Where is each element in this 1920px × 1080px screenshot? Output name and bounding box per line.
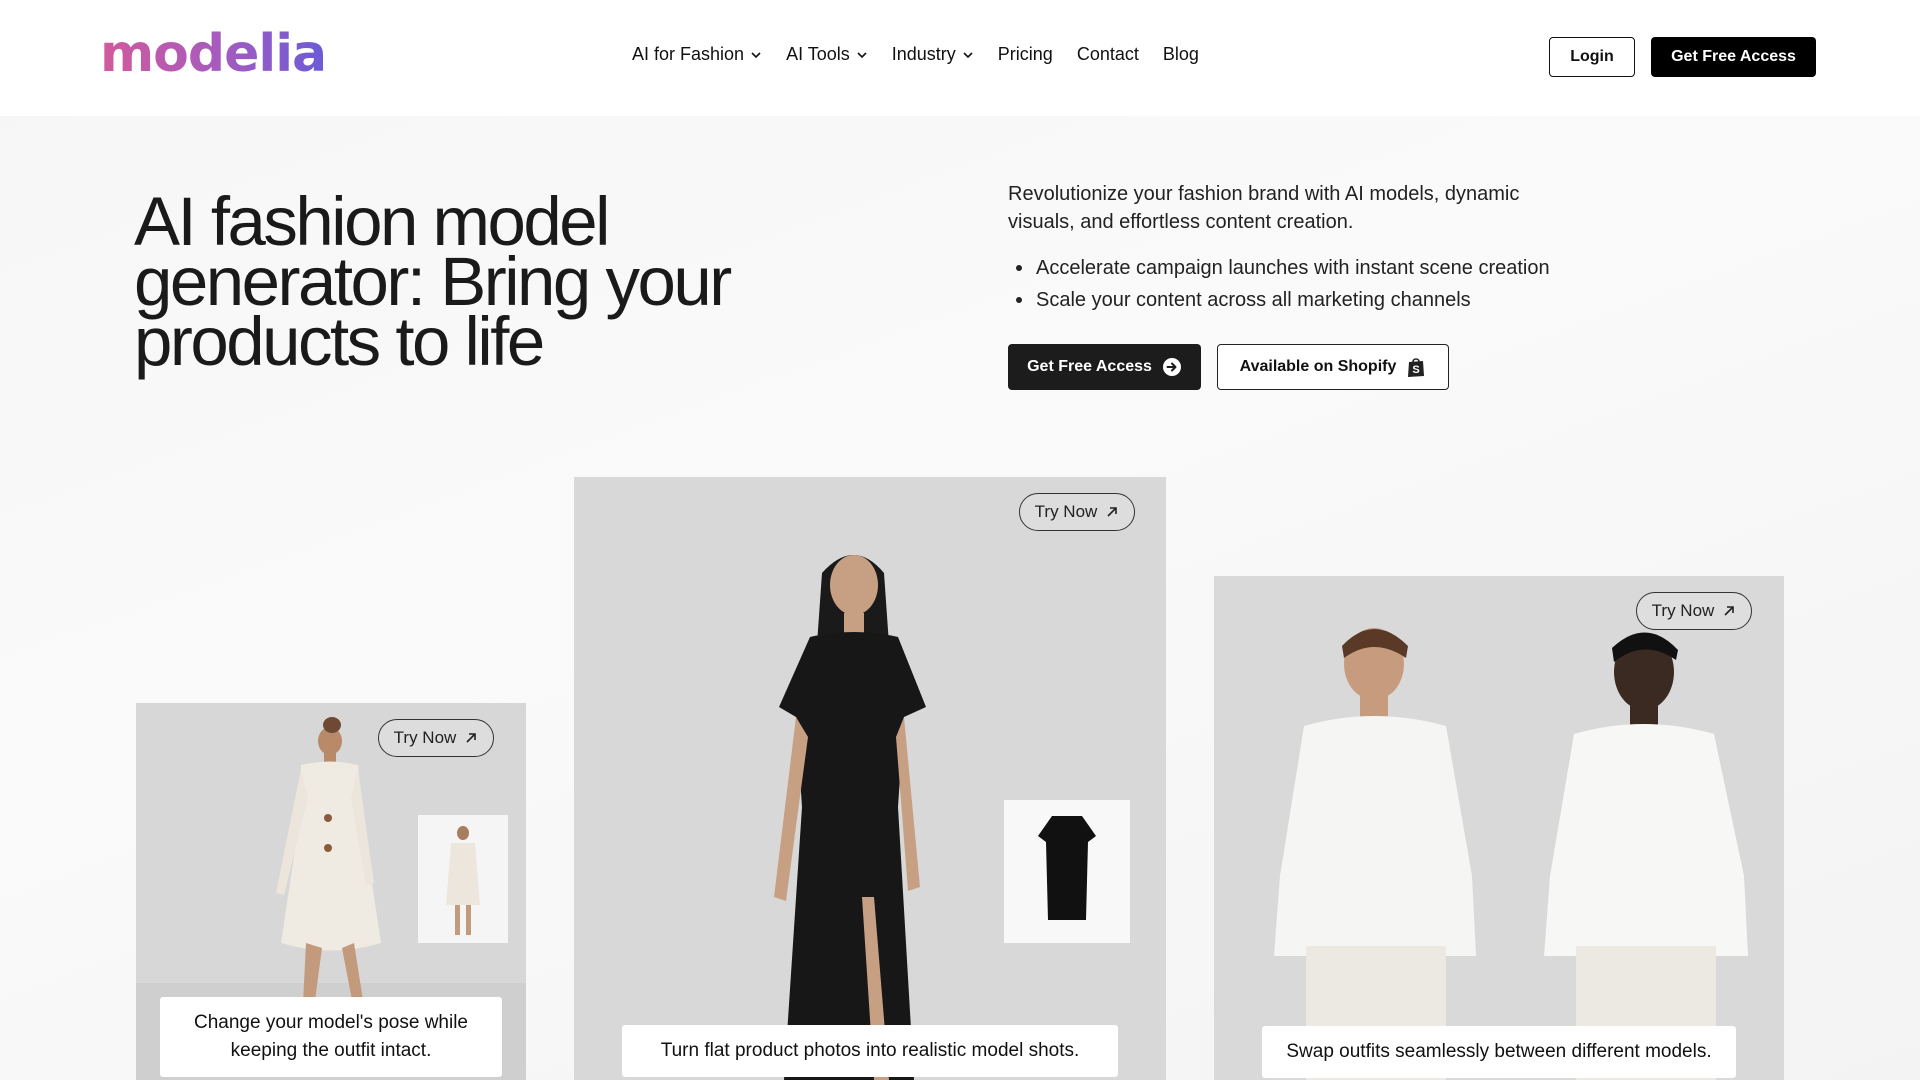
nav-item-pricing[interactable]: Pricing (998, 44, 1053, 65)
nav-item-contact[interactable]: Contact (1077, 44, 1139, 65)
reference-model-image (446, 826, 480, 935)
card-caption: Change your model's pose while keeping t… (160, 997, 502, 1077)
arrow-up-right-icon (1107, 507, 1118, 517)
hero-bullets: Accelerate campaign launches with instan… (1016, 252, 1550, 316)
nav-item-ai-for-fashion[interactable]: AI for Fashion (632, 44, 762, 65)
nav-item-label: Blog (1162, 44, 1199, 64)
nav-item-label: AI for Fashion (632, 44, 745, 64)
arrow-up-right-icon (1724, 606, 1735, 616)
nav-item-industry[interactable]: Industry (892, 44, 974, 65)
site-header: modelia AI for Fashion AI Tools Industry… (0, 0, 1920, 116)
shopify-button[interactable]: Available on Shopify S (1217, 344, 1449, 390)
bullet-text: Accelerate campaign launches with instan… (1036, 257, 1550, 279)
nav-item-label: Industry (891, 44, 956, 64)
card-caption: Turn flat product photos into realistic … (622, 1025, 1118, 1077)
card-caption: Swap outfits seamlessly between differen… (1262, 1026, 1736, 1078)
bullet-icon (1016, 297, 1022, 303)
two-models-image (1274, 628, 1748, 1080)
nav-item-label: Pricing (997, 44, 1053, 64)
hero-title-line: products to life (134, 303, 545, 380)
modelia-logo[interactable]: modelia (100, 24, 327, 84)
nav-item-label: AI Tools (786, 44, 850, 64)
try-now-button[interactable]: Try Now (1019, 493, 1135, 531)
main-nav: AI for Fashion AI Tools Industry Pricing… (632, 44, 1199, 65)
button-label: Try Now (393, 728, 457, 747)
button-label: Try Now (1651, 601, 1715, 620)
svg-text:S: S (1413, 364, 1420, 376)
button-label: Get Free Access (1027, 358, 1152, 375)
bullet-text: Scale your content across all marketing … (1036, 289, 1471, 311)
feature-card-pose[interactable]: Try Now Change your model's pose while k… (136, 703, 526, 1080)
try-now-button[interactable]: Try Now (1636, 592, 1752, 630)
list-item: Accelerate campaign launches with instan… (1016, 252, 1550, 284)
chevron-down-icon (857, 51, 867, 58)
nav-item-blog[interactable]: Blog (1163, 44, 1199, 65)
arrow-right-circle-icon (1162, 358, 1181, 376)
list-item: Scale your content across all marketing … (1016, 284, 1550, 316)
shopify-bag-icon: S (1408, 358, 1425, 377)
hero-get-free-access-button[interactable]: Get Free Access (1008, 344, 1201, 390)
chevron-down-icon (751, 51, 761, 58)
reference-thumbnail (418, 815, 508, 943)
button-label: Available on Shopify (1239, 358, 1397, 375)
feature-card-outfit-swap[interactable]: Try Now Swap outfits seamlessly between … (1214, 576, 1784, 1080)
login-button[interactable]: Login (1549, 37, 1635, 77)
product-thumbnail (1004, 800, 1130, 943)
chevron-down-icon (963, 51, 973, 58)
bullet-icon (1016, 265, 1022, 271)
arrow-up-right-icon (466, 733, 477, 743)
flat-dress-image (1038, 816, 1096, 920)
get-free-access-button[interactable]: Get Free Access (1651, 37, 1816, 77)
feature-card-flat-to-model[interactable]: Try Now Turn flat product photos into re… (574, 477, 1166, 1080)
model-figure-image (774, 555, 926, 1080)
hero-lead: Revolutionize your fashion brand with AI… (1008, 183, 1520, 233)
nav-item-label: Contact (1076, 44, 1139, 64)
try-now-button[interactable]: Try Now (378, 719, 494, 757)
hero-title: AI fashion model generator: Bring your p… (134, 187, 774, 380)
button-label: Try Now (1034, 502, 1098, 521)
nav-item-ai-tools[interactable]: AI Tools (786, 44, 868, 65)
